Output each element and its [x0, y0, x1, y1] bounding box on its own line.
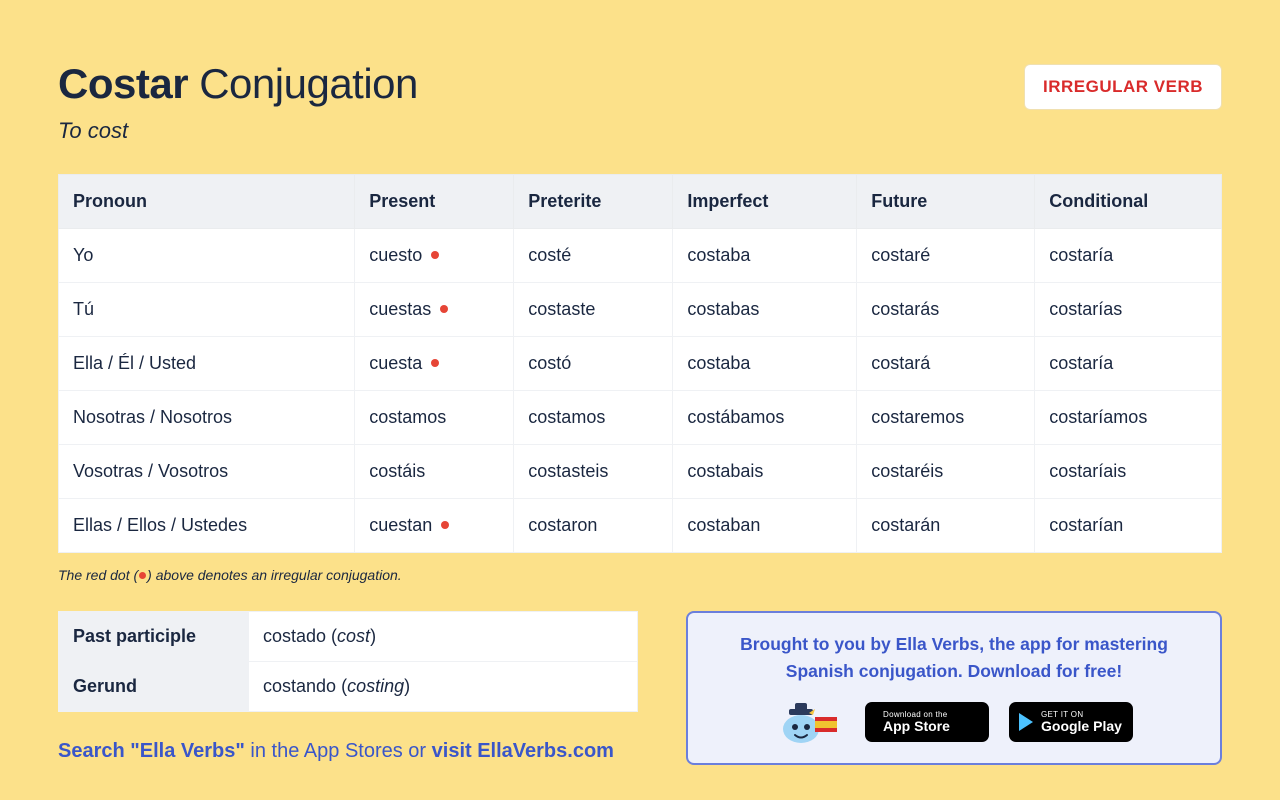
column-header: Present [355, 175, 514, 229]
promo-box: Brought to you by Ella Verbs, the app fo… [686, 611, 1222, 765]
forms-table: Past participle costado (cost) Gerund co… [58, 611, 638, 712]
red-dot-icon [431, 251, 439, 259]
red-dot-icon [440, 305, 448, 313]
table-row: Vosotras / Vosotroscostáiscostasteiscost… [59, 445, 1222, 499]
column-header: Pronoun [59, 175, 355, 229]
conjugation-table: PronounPresentPreteriteImperfectFutureCo… [58, 174, 1222, 553]
play-icon [1019, 713, 1033, 731]
table-row: Túcuestas costastecostabascostaráscostar… [59, 283, 1222, 337]
gerund-value: costando (costing) [249, 662, 638, 712]
table-row: Ella / Él / Ustedcuesta costócostabacost… [59, 337, 1222, 391]
mascot-icon [775, 699, 845, 745]
column-header: Future [857, 175, 1035, 229]
promo-text: Brought to you by Ella Verbs, the app fo… [712, 631, 1196, 685]
table-row: Ellas / Ellos / Ustedescuestan costaronc… [59, 499, 1222, 553]
irregular-badge: IRREGULAR VERB [1024, 64, 1222, 110]
search-cta: Search "Ella Verbs" in the App Stores or… [58, 740, 638, 763]
column-header: Imperfect [673, 175, 857, 229]
red-dot-icon [431, 359, 439, 367]
gerund-label: Gerund [59, 662, 249, 712]
table-row: Nosotras / Nosotroscostamoscostamoscostá… [59, 391, 1222, 445]
app-store-badge[interactable]: Download on the App Store [865, 702, 989, 742]
red-dot-icon [441, 521, 449, 529]
past-participle-value: costado (cost) [249, 612, 638, 662]
google-play-badge[interactable]: GET IT ON Google Play [1009, 702, 1133, 742]
table-row: Yocuesto costécostabacostarécostaría [59, 229, 1222, 283]
red-dot-icon [139, 572, 146, 579]
column-header: Conditional [1035, 175, 1222, 229]
past-participle-label: Past participle [59, 612, 249, 662]
column-header: Preterite [514, 175, 673, 229]
verb-translation: To cost [58, 118, 418, 144]
page-title: Costar Conjugation [58, 60, 418, 108]
irregular-footnote: The red dot () above denotes an irregula… [58, 567, 1222, 583]
